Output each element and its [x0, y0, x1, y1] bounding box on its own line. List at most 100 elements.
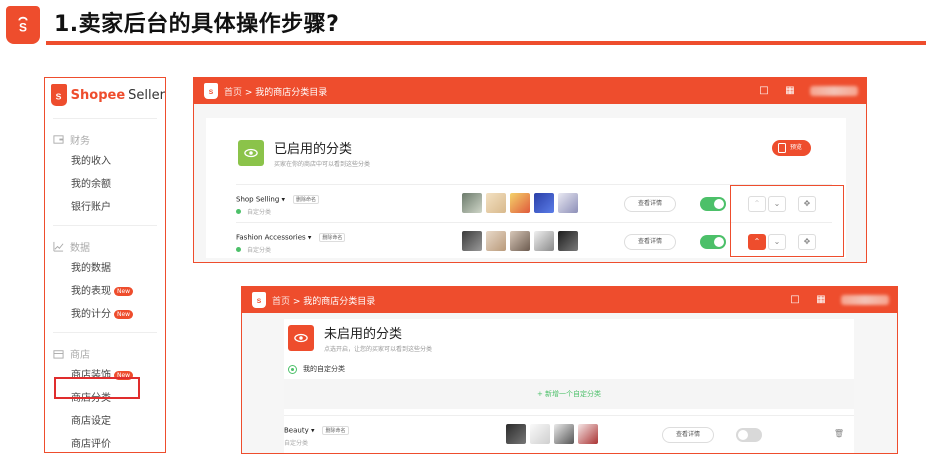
slide-title: 1.卖家后台的具体操作步骤?: [54, 12, 340, 37]
new-badge: New: [114, 287, 134, 296]
category-name[interactable]: Fashion Accessories: [236, 234, 306, 242]
sidebar-group-header[interactable]: 商店: [53, 342, 165, 364]
product-thumbnail: [530, 424, 550, 444]
product-thumbnail: [510, 231, 530, 251]
new-badge: New: [114, 310, 134, 319]
shopee-logo-icon: S: [6, 6, 40, 44]
rename-tag[interactable]: 删除命名: [319, 233, 346, 242]
view-details-button[interactable]: 查看详情: [662, 427, 714, 443]
item-label: 我的余额: [71, 179, 111, 190]
custom-category-icon: [288, 364, 297, 374]
top-bar-actions: □ ▦: [789, 287, 889, 313]
view-details-button[interactable]: 查看详情: [624, 234, 676, 250]
account-name-blurred[interactable]: [841, 295, 889, 305]
product-thumbnail: [534, 231, 554, 251]
section-title: 已启用的分类: [274, 142, 353, 157]
plus-icon: +: [536, 390, 546, 398]
breadcrumb-home[interactable]: 首页: [224, 88, 242, 98]
sidebar-item-shop-reviews[interactable]: 商店评价: [53, 433, 165, 452]
breadcrumb-home[interactable]: 首页: [272, 297, 290, 307]
wallet-icon: [53, 134, 64, 144]
product-thumbnails: [462, 231, 578, 251]
category-toggle-on[interactable]: [700, 197, 726, 211]
product-thumbnail: [534, 193, 554, 213]
add-label: 新增一个自定分类: [545, 390, 602, 398]
item-label: 银行账户: [71, 202, 111, 213]
svg-text:S: S: [209, 89, 214, 96]
product-thumbnail: [510, 193, 530, 213]
highlight-box-shop-category: [54, 377, 140, 399]
category-toggle-off[interactable]: [736, 428, 762, 442]
product-thumbnail: [486, 231, 506, 251]
category-type: 自定分类: [284, 440, 309, 447]
sidebar-group-header[interactable]: 财务: [53, 128, 165, 150]
divider: [53, 225, 157, 226]
divider: [53, 332, 157, 333]
add-custom-category-button[interactable]: + 新增一个自定分类: [284, 379, 854, 409]
item-label: 商店设定: [71, 416, 111, 427]
brand-seller: Seller: [128, 87, 165, 103]
brand-name: Shopee: [70, 87, 126, 103]
product-thumbnail: [486, 193, 506, 213]
notification-icon[interactable]: □: [758, 85, 770, 97]
category-name[interactable]: Shop Selling: [236, 196, 279, 204]
rename-tag[interactable]: 删除命名: [293, 195, 320, 204]
product-thumbnail: [602, 424, 622, 444]
section-header: 已启用的分类 买家在你的商店中可以看到这些分类: [238, 138, 370, 168]
chart-icon: [53, 241, 64, 252]
sidebar-item-shop-settings[interactable]: 商店设定: [53, 410, 165, 433]
disabled-categories-screenshot: S 首页 > 我的商店分类目录 □ ▦ 未启用的分类 点选开启，让您的买家可以看…: [241, 286, 898, 454]
item-label: 我的计分: [71, 309, 111, 320]
group-label: 商店: [70, 349, 90, 361]
preview-button[interactable]: 预览: [772, 140, 812, 156]
product-thumbnail: [506, 424, 526, 444]
notification-icon[interactable]: □: [789, 294, 801, 306]
svg-text:S: S: [19, 20, 27, 34]
sidebar-item-bank[interactable]: 银行账户: [53, 196, 165, 219]
sidebar-item-my-data[interactable]: 我的数据: [53, 257, 165, 280]
apps-grid-icon[interactable]: ▦: [815, 294, 827, 306]
product-thumbnail: [462, 193, 482, 213]
section-subtitle: 买家在你的商店中可以看到这些分类: [274, 161, 371, 168]
shopee-bag-icon[interactable]: S: [252, 292, 266, 308]
sidebar-group-data: 数据 我的数据 我的表现 New 我的计分 New: [45, 235, 165, 326]
custom-category-text: 我的自定分类: [303, 365, 345, 373]
sidebar-item-performance[interactable]: 我的表现 New: [53, 280, 165, 303]
apps-grid-icon[interactable]: ▦: [784, 85, 796, 97]
breadcrumb-current: 我的商店分类目录: [255, 87, 328, 98]
sidebar-group-finance: 财务 我的收入 我的余额 银行账户: [45, 128, 165, 219]
top-bar: S 首页 > 我的商店分类目录 □ ▦: [242, 287, 897, 313]
sidebar-item-balance[interactable]: 我的余额: [53, 173, 165, 196]
account-name-blurred[interactable]: [810, 86, 858, 96]
product-thumbnail: [554, 424, 574, 444]
group-label: 财务: [70, 135, 90, 147]
section-subtitle: 点选开启，让您的买家可以看到这些分类: [324, 346, 433, 353]
rename-tag[interactable]: 删除命名: [322, 426, 349, 435]
item-label: 我的收入: [71, 156, 111, 167]
view-details-button[interactable]: 查看详情: [624, 196, 676, 212]
item-label: 商店评价: [71, 439, 111, 450]
my-custom-category-label: 我的自定分类: [288, 364, 345, 374]
highlight-box-sort-controls: [730, 185, 844, 257]
shopping-bag-icon: S: [18, 16, 28, 34]
status-dot: [236, 247, 241, 252]
product-thumbnails: [462, 193, 578, 213]
store-icon: [53, 349, 64, 359]
preview-label: 预览: [790, 144, 803, 151]
shopee-bag-icon[interactable]: S: [204, 83, 218, 99]
trash-icon[interactable]: 🗑: [830, 427, 848, 443]
breadcrumb: 首页 > 我的商店分类目录: [224, 85, 327, 98]
product-thumbnail: [462, 231, 482, 251]
shopee-bag-icon: S: [51, 84, 67, 106]
title-underline: [46, 41, 926, 45]
divider: [53, 118, 157, 119]
product-thumbnail: [578, 424, 598, 444]
category-toggle-on[interactable]: [700, 235, 726, 249]
category-name[interactable]: Beauty: [284, 427, 309, 435]
sidebar-item-score[interactable]: 我的计分 New: [53, 303, 165, 326]
svg-text:S: S: [257, 298, 262, 305]
sidebar-item-income[interactable]: 我的收入: [53, 150, 165, 173]
breadcrumb: 首页 > 我的商店分类目录: [272, 294, 375, 307]
product-thumbnail: [558, 231, 578, 251]
sidebar-group-header[interactable]: 数据: [53, 235, 165, 257]
